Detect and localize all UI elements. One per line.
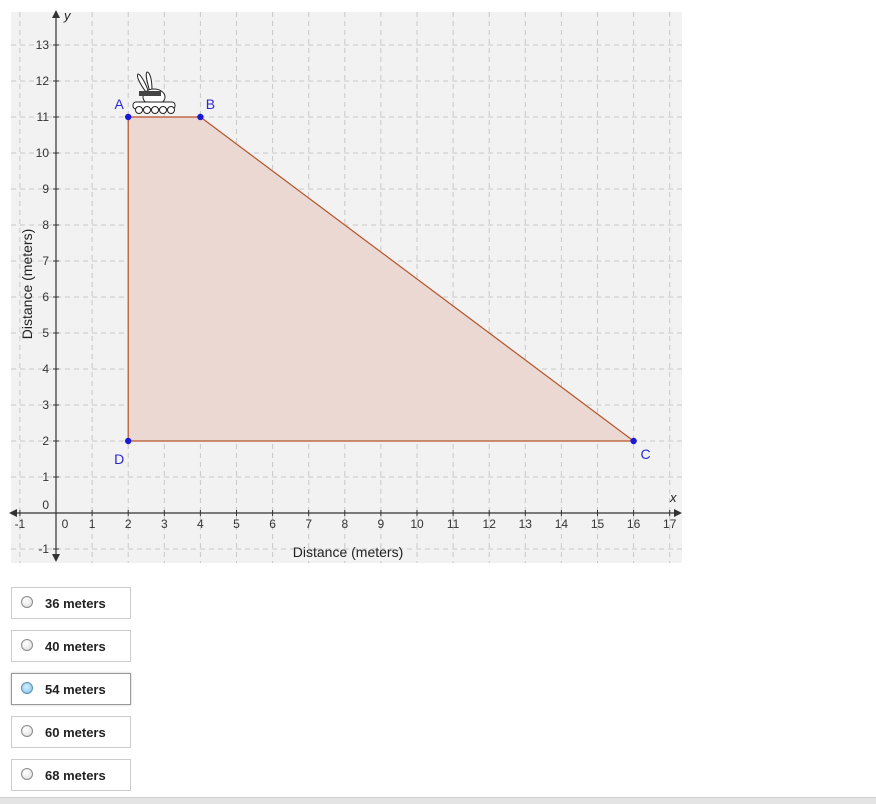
y-axis-title: Distance (meters) (19, 229, 35, 339)
coordinate-graph: -1 0 1 2 3 4 5 6 7 8 9 10 11 12 13 14 15 16 17-10123456789… (9, 8, 682, 563)
x-tick-label: 8 (341, 517, 348, 531)
x-axis-title: Distance (meters) (293, 544, 403, 560)
x-tick-label: 4 (197, 517, 204, 531)
x-tick-label: 9 (378, 517, 385, 531)
y-tick-label: 1 (42, 470, 49, 484)
point-a (125, 113, 132, 121)
point-b (197, 113, 204, 121)
y-tick-label: 0 (42, 498, 49, 512)
x-tick-label: 13 (519, 517, 533, 531)
point-label-b: B (206, 96, 215, 112)
answer-choice[interactable]: 54 meters (11, 673, 131, 705)
answer-choice[interactable]: 36 meters (11, 587, 131, 619)
x-tick-label: 3 (161, 517, 168, 531)
x-tick-label: 7 (305, 517, 312, 531)
x-tick-label: 16 (627, 517, 641, 531)
point-d (125, 437, 132, 445)
radio-button[interactable] (21, 725, 33, 737)
x-tick-label: 6 (269, 517, 276, 531)
x-tick-label: 17 (663, 517, 677, 531)
radio-button[interactable] (21, 596, 33, 608)
x-tick-label: 5 (233, 517, 240, 531)
y-tick-label: 2 (42, 434, 49, 448)
answer-choice-label: 54 meters (45, 682, 106, 697)
point-label-d: D (114, 451, 124, 467)
y-tick-label: 11 (37, 110, 50, 124)
x-tick-label: 2 (125, 517, 132, 531)
radio-button[interactable] (21, 768, 33, 780)
y-tick-label: 6 (42, 290, 49, 304)
answer-choice[interactable]: 68 meters (11, 759, 131, 791)
y-tick-label: 3 (42, 398, 49, 412)
answer-choice-label: 60 meters (45, 725, 106, 740)
radio-button[interactable] (21, 682, 33, 694)
x-tick-label: 0 (62, 517, 69, 531)
answer-choice[interactable]: 60 meters (11, 716, 131, 748)
x-tick-label: 15 (591, 517, 605, 531)
answer-choice[interactable]: 40 meters (11, 630, 131, 662)
answer-choice-label: 68 meters (45, 768, 106, 783)
x-tick-label: 10 (410, 517, 424, 531)
x-tick-label: 1 (89, 517, 96, 531)
x-tick-label: 11 (447, 517, 460, 531)
x-tick-label: -1 (15, 517, 26, 531)
y-tick-label: 10 (36, 146, 50, 160)
y-tick-label: 12 (36, 74, 50, 88)
y-tick-label: 5 (42, 326, 49, 340)
y-tick-label: 7 (42, 254, 49, 268)
point-label-c: C (641, 446, 651, 462)
radio-button[interactable] (21, 639, 33, 651)
y-tick-label: 4 (42, 362, 49, 376)
answer-choice-label: 40 meters (45, 639, 106, 654)
y-tick-label: 8 (42, 218, 49, 232)
point-label-a: A (115, 96, 125, 112)
y-tick-label: -1 (38, 542, 49, 556)
y-tick-label: 13 (36, 38, 50, 52)
answer-choice-label: 36 meters (45, 596, 106, 611)
x-tick-label: 14 (555, 517, 569, 531)
y-tick-label: 9 (42, 182, 49, 196)
x-axis-letter: x (669, 490, 677, 505)
point-c (630, 437, 637, 445)
x-tick-label: 12 (483, 517, 497, 531)
